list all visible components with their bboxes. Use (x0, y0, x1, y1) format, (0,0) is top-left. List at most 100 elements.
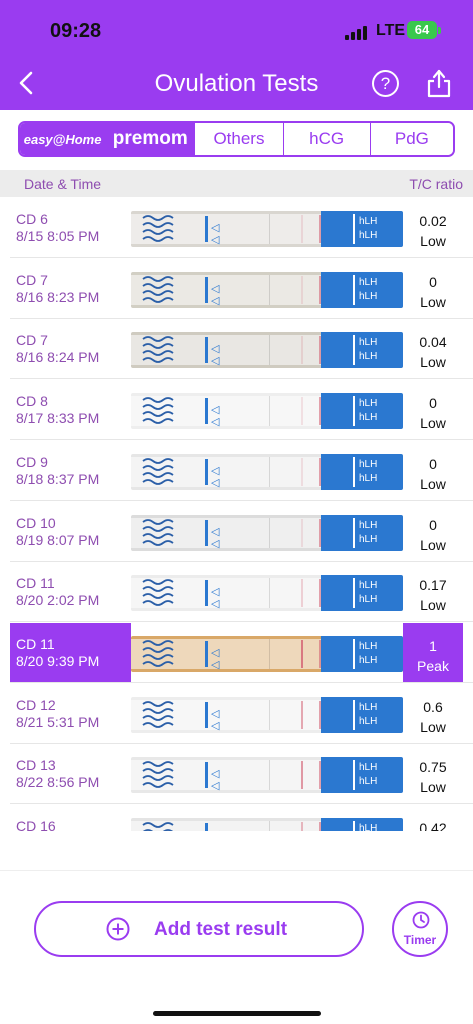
tc-ratio-cell: 0 Low (403, 393, 463, 433)
test-strip-image: ◁◁hLHhLH (131, 211, 403, 247)
table-row[interactable]: CD 16 ◁◁hLHhLH 0.42 (0, 805, 473, 831)
test-datetime: 8/16 8:24 PM (16, 349, 100, 366)
network-type: LTE (376, 22, 406, 39)
table-header: Date & Time T/C ratio (0, 170, 473, 197)
table-row[interactable]: CD 9 8/18 8:37 PM ◁ ◁ hLH hLH 0 Low (0, 441, 473, 501)
tc-ratio-value: 0 (429, 455, 437, 472)
column-date-time: Date & Time (24, 176, 102, 192)
table-row[interactable]: CD 12 8/21 5:31 PM ◁ ◁ hLH hLH 0.6 Low (0, 684, 473, 744)
test-result-list[interactable]: CD 6 8/15 8:05 PM ◁ ◁ hLH hLH 0.02 Low CD 7 8/16 … (0, 198, 473, 831)
tc-ratio-level: Low (420, 475, 446, 492)
tc-ratio-cell: 0.04 Low (403, 332, 463, 372)
test-strip-image: ◁◁hLHhLH (131, 332, 403, 369)
strip-brand-text: hLH (359, 290, 378, 302)
test-strip-image: ◁◁hLHhLH (131, 818, 403, 831)
tc-ratio-level: Low (420, 415, 446, 432)
table-row[interactable]: CD 7 8/16 8:23 PM ◁ ◁ hLH hLH 0 Low (0, 259, 473, 319)
test-datetime: 8/16 8:23 PM (16, 288, 100, 305)
cycle-day: CD 12 (16, 696, 56, 713)
test-datetime: 8/21 5:31 PM (16, 713, 100, 730)
tab-pdg[interactable]: PdG (369, 123, 453, 155)
table-row[interactable]: CD 10 8/19 8:07 PM ◁ ◁ hLH hLH 0 Low (0, 502, 473, 562)
cycle-day-datetime: CD 11 8/20 9:39 PM (16, 636, 99, 670)
cycle-day-datetime: CD 8 8/17 8:33 PM (16, 393, 99, 427)
page-title: Ovulation Tests (154, 70, 319, 97)
tab-premom[interactable]: premom (105, 123, 195, 155)
timer-button[interactable]: Timer (392, 901, 448, 957)
strip-brand-text: hLH (359, 351, 378, 363)
home-indicator (153, 1011, 321, 1016)
test-strip-image: ◁◁hLHhLH (131, 271, 403, 308)
strip-brand-text: hLH (359, 762, 378, 774)
cycle-day: CD 11 (16, 575, 55, 592)
cycle-day-datetime: CD 10 8/19 8:07 PM (16, 515, 99, 549)
test-datetime: 8/22 8:56 PM (16, 774, 100, 791)
column-tc-ratio: T/C ratio (409, 176, 463, 192)
status-time: 09:28 (50, 20, 102, 42)
tc-ratio-cell: 0 Low (403, 272, 463, 312)
table-row[interactable]: CD 7 8/16 8:24 PM ◁ ◁ hLH hLH 0.04 Low (0, 319, 473, 380)
test-strip-image: ◁◁hLHhLH (131, 757, 403, 794)
strip-brand-text: hLH (359, 640, 378, 652)
tc-ratio-cell: 0.75 Low (403, 757, 463, 797)
tc-ratio-level: Low (420, 779, 446, 796)
test-strip-image: ◁◁hLHhLH (131, 696, 403, 733)
cycle-day: CD 8 (16, 393, 48, 410)
strip-brand-text: hLH (359, 701, 378, 713)
share-icon[interactable] (426, 68, 452, 98)
table-row[interactable]: CD 11 8/20 2:02 PM ◁ ◁ hLH hLH 0.17 Low (0, 562, 473, 623)
timer-label: Timer (403, 933, 437, 947)
table-row[interactable]: CD 6 8/15 8:05 PM ◁ ◁ hLH hLH 0.02 Low (0, 198, 473, 258)
tc-ratio-value: 0.02 (419, 213, 447, 229)
cycle-day-datetime: CD 12 8/21 5:31 PM (16, 697, 99, 731)
tc-ratio-value: 0 (429, 395, 437, 412)
strip-brand-text: hLH (359, 276, 378, 288)
table-row[interactable]: CD 11 8/20 9:39 PM ◁ ◁ hLH hLH 1 Peak (0, 622, 473, 683)
cycle-day-datetime: CD 9 8/18 8:37 PM (16, 454, 99, 488)
question-circle-icon[interactable]: ? (372, 70, 399, 97)
add-test-result-button[interactable]: Add test result (34, 901, 364, 957)
tab-hcg[interactable]: hCG (282, 123, 370, 155)
brand-tabs: easy@Home premom Others hCG PdG (18, 121, 455, 157)
cycle-day: CD 11 (16, 635, 55, 652)
strip-brand-text: hLH (359, 398, 378, 410)
table-row[interactable]: CD 13 8/22 8:56 PM ◁ ◁ hLH hLH 0.75 Low (0, 744, 473, 805)
strip-brand-text: hLH (359, 458, 378, 470)
battery-icon: 64 (407, 21, 437, 39)
tc-ratio-value: 0 (429, 516, 437, 533)
cycle-day-datetime: CD 7 8/16 8:23 PM (16, 272, 99, 306)
tc-ratio-value: 0.75 (419, 759, 447, 776)
tc-ratio-cell: 0.42 (403, 818, 463, 831)
plus-circle-icon (106, 917, 130, 941)
cycle-day: CD 16 (16, 818, 56, 831)
top-bar: 09:28 LTE 64 Ovulation Tests ? (0, 0, 473, 110)
tc-ratio-cell: 0.02 Low (403, 211, 463, 251)
tc-ratio-level: Low (420, 718, 446, 735)
tc-ratio-value: 0.42 (419, 820, 447, 831)
clock-icon (412, 911, 430, 929)
strip-brand-text: hLH (359, 216, 378, 227)
tab-others[interactable]: Others (194, 123, 283, 155)
cycle-day-datetime: CD 6 8/15 8:05 PM (16, 211, 99, 245)
tc-ratio-cell: 0 Low (403, 515, 463, 555)
strip-brand-text: hLH (359, 533, 378, 545)
strip-brand-text: hLH (359, 472, 378, 484)
test-strip-image: ◁◁hLHhLH (131, 514, 403, 551)
cycle-day: CD 13 (16, 757, 56, 774)
tc-ratio-level: Low (420, 354, 446, 371)
test-strip-image: ◁◁hLHhLH (131, 393, 403, 430)
test-datetime: 8/19 8:07 PM (16, 531, 100, 548)
cycle-day: CD 7 (16, 332, 48, 349)
strip-brand-text: hLH (359, 519, 378, 531)
cycle-day: CD 7 (16, 271, 48, 288)
status-bar: 09:28 LTE 64 (0, 18, 473, 46)
tab-easy-at-home[interactable]: easy@Home (20, 123, 106, 155)
cycle-day-datetime: CD 7 8/16 8:24 PM (16, 332, 99, 366)
tc-ratio-value: 0.17 (419, 577, 447, 594)
table-row[interactable]: CD 8 8/17 8:33 PM ◁ ◁ hLH hLH 0 Low (0, 380, 473, 441)
cycle-day-datetime: CD 11 8/20 2:02 PM (16, 575, 99, 609)
test-datetime: 8/20 2:02 PM (16, 592, 100, 609)
tc-ratio-level: Peak (417, 657, 449, 674)
tc-ratio-value: 0 (429, 273, 437, 290)
cycle-day-datetime: CD 16 (16, 818, 56, 831)
